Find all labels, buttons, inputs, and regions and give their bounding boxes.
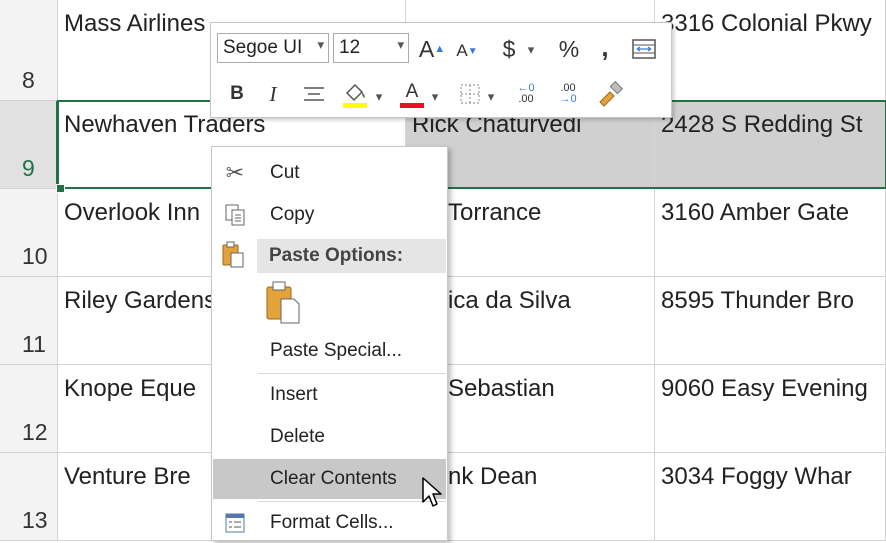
- align-center-icon[interactable]: [301, 79, 327, 109]
- menu-item-format-cells[interactable]: Format Cells...: [213, 503, 446, 543]
- context-menu: ✂ Cut Copy Paste Options: Paste Special.…: [211, 146, 448, 541]
- menu-item-clear-contents[interactable]: Clear Contents: [213, 459, 446, 499]
- font-color-button[interactable]: A: [397, 77, 427, 111]
- fill-handle[interactable]: [56, 184, 65, 193]
- paste-options-header: Paste Options:: [257, 239, 446, 273]
- menu-divider: [258, 501, 446, 502]
- menu-item-label: Paste Special...: [270, 340, 403, 361]
- paste-button[interactable]: [264, 281, 304, 325]
- menu-divider: [258, 373, 446, 374]
- row-number: 10: [22, 243, 48, 269]
- percent-button[interactable]: %: [553, 33, 585, 65]
- font-size-combo[interactable]: 12 ▾: [333, 33, 409, 63]
- menu-item-label: Insert: [270, 384, 318, 405]
- comma-style-button[interactable]: ,: [593, 31, 617, 63]
- fill-color-swatch: [343, 103, 367, 108]
- row-number: 11: [22, 331, 46, 357]
- fill-color-icon[interactable]: [339, 77, 371, 111]
- row-number: 8: [22, 67, 35, 93]
- chevron-down-icon[interactable]: ▾: [524, 37, 538, 63]
- menu-item-delete[interactable]: Delete: [213, 417, 446, 457]
- row-header-11[interactable]: 11: [0, 277, 58, 365]
- format-cells-icon: [221, 509, 249, 537]
- menu-item-label: Cut: [270, 162, 300, 183]
- paste-icon: [221, 241, 249, 269]
- menu-item-paste-special[interactable]: Paste Special...: [213, 331, 446, 371]
- copy-icon: [221, 201, 249, 229]
- menu-item-insert[interactable]: Insert: [213, 375, 446, 415]
- grow-font-button[interactable]: A ▲: [417, 33, 447, 65]
- cell-address[interactable]: 3316 Colonial Pkwy: [655, 0, 886, 101]
- font-size-value: 12: [339, 37, 361, 58]
- font-color-swatch: [400, 102, 424, 108]
- cell-address[interactable]: 2428 S Redding St: [655, 101, 886, 189]
- chevron-down-icon: ▾: [397, 37, 404, 52]
- row-header-10[interactable]: 10: [0, 189, 58, 277]
- merge-center-icon[interactable]: [629, 35, 659, 63]
- menu-item-label: Copy: [270, 204, 315, 225]
- currency-button[interactable]: $: [495, 33, 523, 65]
- menu-item-label: Delete: [270, 426, 325, 447]
- italic-button[interactable]: I: [261, 79, 285, 109]
- cell-address[interactable]: 3034 Foggy Whar: [655, 453, 886, 541]
- row-number: 13: [22, 507, 48, 533]
- cell-address[interactable]: 3160 Amber Gate: [655, 189, 886, 277]
- shrink-font-button[interactable]: A ▼: [453, 37, 481, 65]
- menu-item-label: Format Cells...: [270, 512, 394, 533]
- chevron-down-icon: ▾: [317, 37, 324, 52]
- borders-icon[interactable]: [457, 81, 483, 107]
- decrease-decimal-button[interactable]: .00 →0: [551, 79, 585, 109]
- menu-item-cut[interactable]: ✂ Cut: [213, 153, 446, 193]
- cell-address[interactable]: 8595 Thunder Bro: [655, 277, 886, 365]
- row-header-12[interactable]: 12: [0, 365, 58, 453]
- scissors-icon: ✂: [225, 160, 245, 185]
- chevron-down-icon[interactable]: ▾: [373, 85, 385, 109]
- chevron-down-icon[interactable]: ▾: [429, 85, 441, 109]
- row-header-13[interactable]: 13: [0, 453, 58, 541]
- row-header-8[interactable]: 8: [0, 0, 58, 101]
- menu-item-copy[interactable]: Copy: [213, 195, 446, 235]
- row-header-9[interactable]: 9: [0, 101, 58, 189]
- mini-toolbar: Segoe UI ▾ 12 ▾ A ▲ A ▼ $ ▾ % , B I ▾ A ▾ …: [210, 22, 672, 118]
- row-number: 12: [22, 419, 48, 445]
- cell-address[interactable]: 9060 Easy Evening: [655, 365, 886, 453]
- font-name-value: Segoe UI: [223, 37, 303, 58]
- menu-item-label: Clear Contents: [270, 468, 397, 489]
- increase-decimal-button[interactable]: ←0.00: [509, 79, 543, 109]
- mouse-pointer-icon: [421, 476, 443, 513]
- format-painter-icon[interactable]: [593, 77, 629, 111]
- chevron-down-icon[interactable]: ▾: [485, 85, 497, 109]
- bold-button[interactable]: B: [225, 79, 249, 109]
- row-number: 9: [22, 155, 35, 181]
- font-name-combo[interactable]: Segoe UI ▾: [217, 33, 329, 63]
